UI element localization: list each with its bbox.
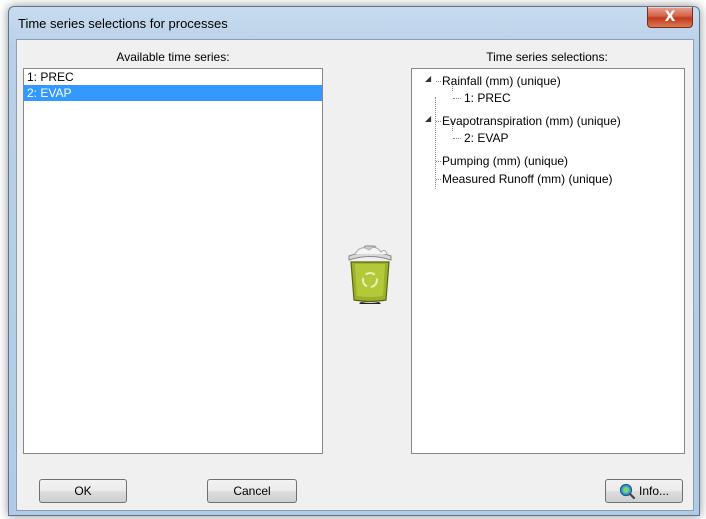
time-series-selections-label: Time series selections: [486,50,608,64]
info-button[interactable]: Info... [605,479,683,503]
close-icon: X [664,9,676,25]
available-series-label: Available time series: [116,50,230,64]
tree-node-pumping[interactable]: Pumping (mm) (unique) [442,153,568,169]
time-series-selections-tree[interactable]: ◢ Rainfall (mm) (unique) 1: PREC ◢ Evapo… [411,68,685,454]
tree-guide-line [435,97,436,189]
expand-arrow-icon[interactable]: ◢ [425,114,431,123]
info-button-label: Info... [638,484,670,498]
available-series-list[interactable]: 1: PREC 2: EVAP [23,68,323,454]
expand-arrow-icon[interactable]: ◢ [425,74,431,83]
tree-leaf-evap[interactable]: 2: EVAP [464,130,508,146]
dialog-window: Time series selections for processes X A… [8,6,700,516]
tree-connector [436,179,441,180]
tree-node-evapotranspiration[interactable]: Evapotranspiration (mm) (unique) [442,113,621,129]
tree-node-measured-runoff[interactable]: Measured Runoff (mm) (unique) [442,171,613,187]
tree-connector [453,138,461,139]
info-magnifier-icon [619,483,636,500]
tree-connector [436,81,441,82]
trash-can-icon[interactable] [341,240,399,304]
tree-node-rainfall[interactable]: Rainfall (mm) (unique) [442,73,561,89]
cancel-button[interactable]: Cancel [207,479,297,503]
tree-connector [436,121,441,122]
tree-connector [436,161,441,162]
title-bar[interactable]: Time series selections for processes X [9,7,699,39]
close-button[interactable]: X [647,7,693,28]
window-title: Time series selections for processes [18,16,228,31]
dialog-client-area: Available time series: 1: PREC 2: EVAP T… [16,39,694,511]
tree-leaf-prec[interactable]: 1: PREC [464,90,511,106]
list-item-prec[interactable]: 1: PREC [24,69,322,85]
ok-button[interactable]: OK [39,479,127,503]
tree-connector [453,98,461,99]
list-item-evap[interactable]: 2: EVAP [24,85,322,101]
